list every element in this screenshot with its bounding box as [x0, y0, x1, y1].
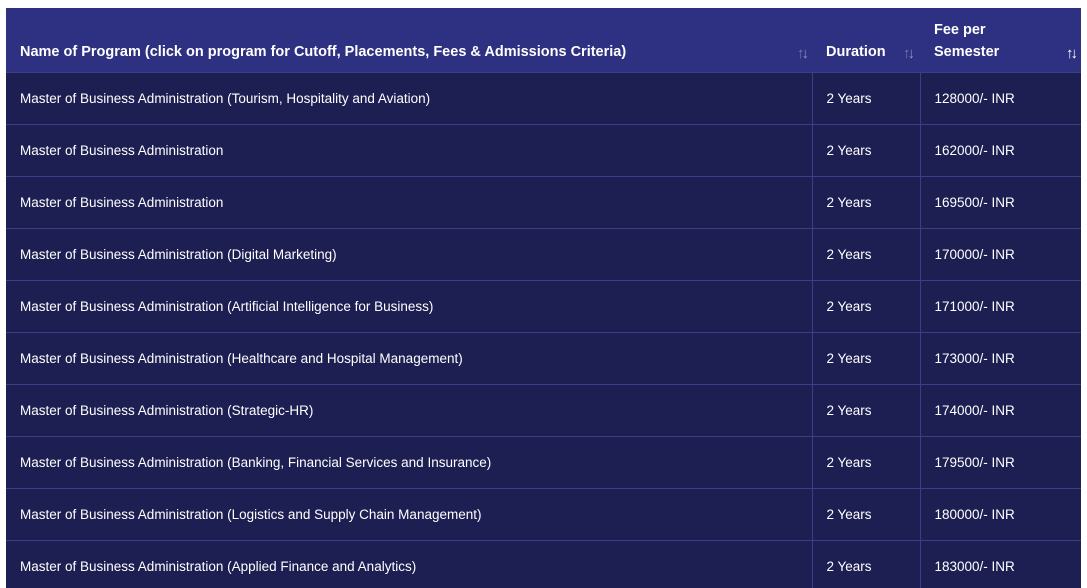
table-row: Master of Business Administration (Strat…: [6, 384, 1081, 436]
duration-cell: 2 Years: [811, 176, 920, 228]
program-link[interactable]: Master of Business Administration (Artif…: [6, 280, 812, 332]
fee-cell: 180000/- INR: [919, 488, 1081, 540]
fee-cell: 179500/- INR: [919, 436, 1081, 488]
duration-cell: 2 Years: [811, 228, 920, 280]
sort-icon[interactable]: ↑↓: [797, 45, 809, 62]
fee-cell: 162000/- INR: [919, 124, 1081, 176]
table-row: Master of Business Administration (Healt…: [6, 332, 1081, 384]
column-header-fee-line1: Fee per: [934, 21, 986, 38]
column-header-duration[interactable]: Duration ↑↓: [812, 8, 920, 72]
table-row: Master of Business Administration 2 Year…: [6, 176, 1081, 228]
column-header-fee[interactable]: Fee per Semester ↑↓: [920, 8, 1081, 72]
program-link[interactable]: Master of Business Administration (Strat…: [6, 384, 812, 436]
table-row: Master of Business Administration (Artif…: [6, 280, 1081, 332]
sort-icon[interactable]: ↑↓: [903, 45, 915, 62]
duration-cell: 2 Years: [811, 72, 920, 124]
fee-cell: 173000/- INR: [919, 332, 1081, 384]
column-header-fee-line2: Semester: [934, 43, 1000, 60]
column-header-program-label: Name of Program (click on program for Cu…: [20, 43, 627, 60]
program-link[interactable]: Master of Business Administration (Healt…: [6, 332, 812, 384]
column-header-duration-label: Duration: [826, 43, 886, 60]
duration-cell: 2 Years: [811, 540, 920, 588]
sort-icon[interactable]: ↑↓: [1066, 45, 1078, 62]
table-row: Master of Business Administration (Appli…: [6, 540, 1081, 588]
column-header-program[interactable]: Name of Program (click on program for Cu…: [6, 8, 812, 72]
table-row: Master of Business Administration 2 Year…: [6, 124, 1081, 176]
table-header: Name of Program (click on program for Cu…: [6, 8, 1081, 72]
program-link[interactable]: Master of Business Administration (Digit…: [6, 228, 812, 280]
duration-cell: 2 Years: [811, 332, 920, 384]
program-fee-table: Name of Program (click on program for Cu…: [6, 8, 1081, 588]
program-link[interactable]: Master of Business Administration: [6, 124, 812, 176]
duration-cell: 2 Years: [811, 124, 920, 176]
fee-cell: 171000/- INR: [919, 280, 1081, 332]
program-link[interactable]: Master of Business Administration (Banki…: [6, 436, 812, 488]
duration-cell: 2 Years: [811, 436, 920, 488]
program-link[interactable]: Master of Business Administration (Logis…: [6, 488, 812, 540]
duration-cell: 2 Years: [811, 280, 920, 332]
table-body: Master of Business Administration (Touri…: [6, 72, 1081, 588]
table-row: Master of Business Administration (Touri…: [6, 72, 1081, 124]
duration-cell: 2 Years: [811, 488, 920, 540]
fee-cell: 169500/- INR: [919, 176, 1081, 228]
program-fee-table-container: Name of Program (click on program for Cu…: [6, 8, 1081, 588]
table-row: Master of Business Administration (Digit…: [6, 228, 1081, 280]
program-link[interactable]: Master of Business Administration (Touri…: [6, 72, 812, 124]
fee-cell: 170000/- INR: [919, 228, 1081, 280]
table-row: Master of Business Administration (Logis…: [6, 488, 1081, 540]
duration-cell: 2 Years: [811, 384, 920, 436]
fee-cell: 174000/- INR: [919, 384, 1081, 436]
fee-cell: 183000/- INR: [919, 540, 1081, 588]
program-link[interactable]: Master of Business Administration: [6, 176, 812, 228]
table-row: Master of Business Administration (Banki…: [6, 436, 1081, 488]
fee-cell: 128000/- INR: [919, 72, 1081, 124]
table-header-row: Name of Program (click on program for Cu…: [6, 8, 1081, 72]
program-link[interactable]: Master of Business Administration (Appli…: [6, 540, 812, 588]
